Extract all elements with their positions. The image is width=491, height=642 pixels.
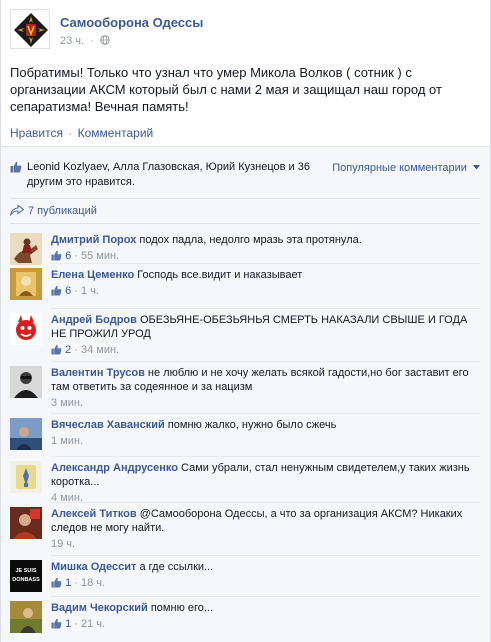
comment-time[interactable]: 34 мин.: [81, 344, 119, 356]
likes-text[interactable]: Leonid Kozlyaev, Алла Глазовская, Юрий К…: [27, 160, 327, 190]
comment-author[interactable]: Вадим Чекорский: [51, 602, 148, 614]
comment-like-count[interactable]: 2: [65, 344, 71, 356]
post-actions: Нравится · Комментарий: [10, 126, 154, 140]
comment-divider: [51, 456, 480, 457]
divider: [10, 223, 480, 224]
comment-author[interactable]: Дмитрий Порох: [51, 234, 136, 246]
comment-time[interactable]: 21 ч.: [81, 618, 105, 630]
svg-text:DONBASS: DONBASS: [12, 577, 40, 583]
like-link[interactable]: Нравится: [10, 126, 63, 140]
popular-comments-label: Популярные комментарии: [332, 162, 467, 174]
comment-time[interactable]: 55 мин.: [81, 250, 119, 262]
comment-body: Валентин Трусов не люблю и не хочу желат…: [51, 366, 476, 410]
page-name[interactable]: Самооборона Одессы: [60, 15, 203, 30]
comment-meta: 6 · 55 мин.: [51, 249, 476, 263]
comment-text: а где ссылки...: [136, 561, 214, 573]
comment-like-count[interactable]: 1: [65, 618, 71, 630]
comment-divider: [51, 596, 480, 597]
comment-meta: 2 · 34 мин.: [51, 343, 476, 357]
comment-divider: [51, 308, 480, 309]
comment-text: подох падла, недолго мразь эта протянула…: [136, 234, 362, 246]
comment-time[interactable]: 19 ч.: [51, 538, 75, 550]
comment-divider: [51, 263, 480, 264]
comment-time[interactable]: 18 ч.: [81, 577, 105, 589]
comment-avatar[interactable]: [10, 366, 42, 398]
comment-divider: [51, 555, 480, 556]
post-meta: 23 ч. ·: [60, 35, 110, 47]
comment-body: Вадим Чекорский помню его... 1 · 21 ч.: [51, 601, 476, 631]
comment-avatar[interactable]: [10, 507, 42, 539]
comment-author[interactable]: Андрей Бодров: [51, 314, 137, 326]
feedback-section: Leonid Kozlyaev, Алла Глазовская, Юрий К…: [1, 146, 490, 642]
comment-body: Александр Андрусенко Сами убрали, стал н…: [51, 461, 476, 505]
comment-author[interactable]: Мишка Одессит: [51, 561, 136, 573]
shares-label: 7 публикаций: [28, 205, 97, 217]
like-thumb-icon: [51, 618, 62, 629]
comment-avatar[interactable]: [10, 233, 42, 265]
shares-link[interactable]: 7 публикаций: [9, 204, 97, 217]
comment-text: помню его...: [147, 602, 214, 614]
comment-divider: [51, 502, 480, 503]
comment-meta: 3 мин.: [51, 396, 476, 410]
post-text: Побратимы! Только что узнал что умер Мик…: [10, 65, 442, 114]
comment-like-count[interactable]: 6: [65, 285, 71, 297]
chevron-down-icon: [473, 165, 480, 170]
comment-time[interactable]: 3 мин.: [51, 397, 83, 409]
comment-avatar[interactable]: [10, 461, 42, 493]
comment-author[interactable]: Елена Цеменко: [51, 269, 134, 281]
share-icon: [9, 204, 25, 216]
svg-text:JE SUIS: JE SUIS: [15, 568, 36, 574]
comment-body: Елена Цеменко Господь все.видит и наказы…: [51, 268, 476, 298]
facebook-post: Самооборона Одессы 23 ч. · Побратимы! То…: [0, 0, 491, 642]
comment-avatar[interactable]: JE SUIS DONBASS: [10, 560, 42, 592]
comment-avatar[interactable]: [10, 601, 42, 633]
comment-like-count[interactable]: 6: [65, 250, 71, 262]
comment-body: Дмитрий Порох подох падла, недолго мразь…: [51, 233, 476, 263]
comment-text: Господь все.видит и наказывает: [134, 269, 303, 281]
like-thumb-icon: [51, 250, 62, 261]
like-thumb-icon: [51, 344, 62, 355]
comment-link[interactable]: Комментарий: [78, 126, 154, 140]
comment-divider: [51, 413, 480, 414]
comment-avatar[interactable]: [10, 418, 42, 450]
comment-author[interactable]: Вячеслав Хаванский: [51, 419, 165, 431]
comment-meta: 1 мин.: [51, 434, 476, 448]
comment-time[interactable]: 1 ч.: [81, 285, 99, 297]
emblem-icon: [11, 10, 49, 48]
post-time[interactable]: 23 ч.: [60, 35, 84, 47]
page-avatar[interactable]: [10, 9, 50, 49]
comment-body: Алексей Титков @Самооборона Одессы, а чт…: [51, 507, 476, 551]
comment-body: Мишка Одессит а где ссылки... 1 · 18 ч.: [51, 560, 476, 590]
comment-time[interactable]: 1 мин.: [51, 435, 83, 447]
comment-avatar[interactable]: [10, 268, 42, 300]
comment-author[interactable]: Валентин Трусов: [51, 367, 145, 379]
globe-icon[interactable]: [100, 35, 110, 45]
comment-divider: [51, 361, 480, 362]
post-header: Самооборона Одессы 23 ч. ·: [10, 9, 480, 53]
comment-like-count[interactable]: 1: [65, 577, 71, 589]
comment-author[interactable]: Александр Андрусенко: [51, 462, 178, 474]
popular-comments-dropdown[interactable]: Популярные комментарии: [332, 162, 480, 174]
comment-author[interactable]: Алексей Титков: [51, 508, 137, 520]
comment-body: Андрей Бодров ОБЕЗЬЯНЕ-ОБЕЗЬЯНЬЯ СМЕРТЬ …: [51, 313, 476, 357]
divider: [10, 198, 480, 199]
likes-summary: Leonid Kozlyaev, Алла Глазовская, Юрий К…: [10, 158, 480, 198]
like-thumb-icon: [10, 161, 22, 173]
comment-meta: 1 · 21 ч.: [51, 617, 476, 631]
comment-body: Вячеслав Хаванский помню жалко, нужно бы…: [51, 418, 476, 448]
comment-meta: 19 ч.: [51, 537, 476, 551]
comment-avatar[interactable]: [10, 313, 42, 345]
comment-text: помню жалко, нужно было сжечь: [164, 419, 337, 431]
like-thumb-icon: [51, 285, 62, 296]
like-thumb-icon: [51, 577, 62, 588]
comment-meta: 6 · 1 ч.: [51, 284, 476, 298]
comment-meta: 1 · 18 ч.: [51, 576, 476, 590]
